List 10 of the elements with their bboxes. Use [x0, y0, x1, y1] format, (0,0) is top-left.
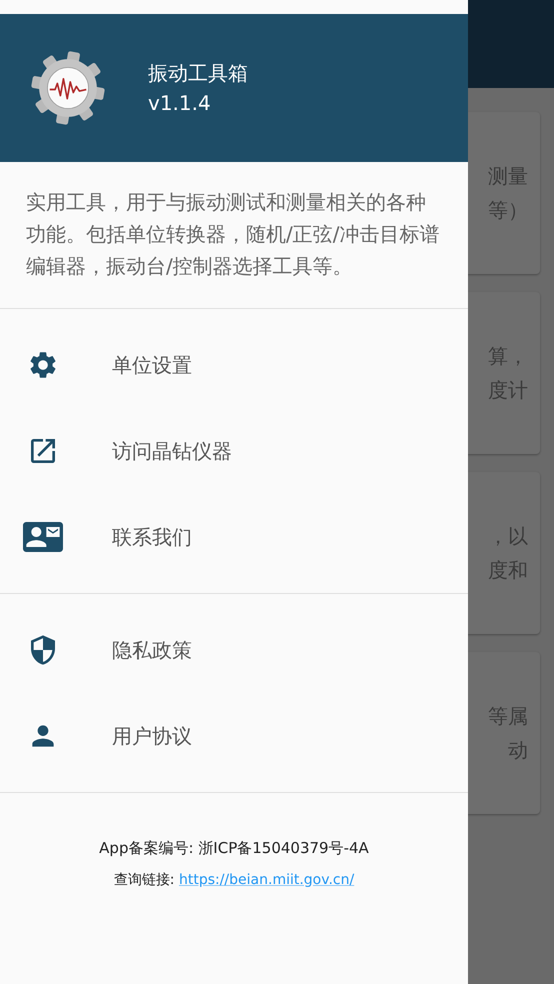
menu-item[interactable]: 隐私政策 — [0, 607, 468, 693]
app-name: 振动工具箱 — [148, 60, 248, 87]
menu-item[interactable]: 访问晶钻仪器 — [0, 408, 468, 494]
menu-item[interactable]: 用户协议 — [0, 693, 468, 779]
link-label: 查询链接: — [114, 872, 176, 888]
app-version: v1.1.4 — [148, 90, 212, 117]
menu-item[interactable]: 单位设置 — [0, 322, 468, 408]
record-number: App备案编号: 浙ICP备15040379号-4A — [99, 838, 369, 859]
menu-item[interactable]: 联系我们 — [0, 494, 468, 580]
app-description: 实用工具，用于与振动测试和测量相关的各种功能。包括单位转换器，随机/正弦/冲击目标谱编辑器，振动台/控制器选择工具等。 — [0, 162, 468, 309]
